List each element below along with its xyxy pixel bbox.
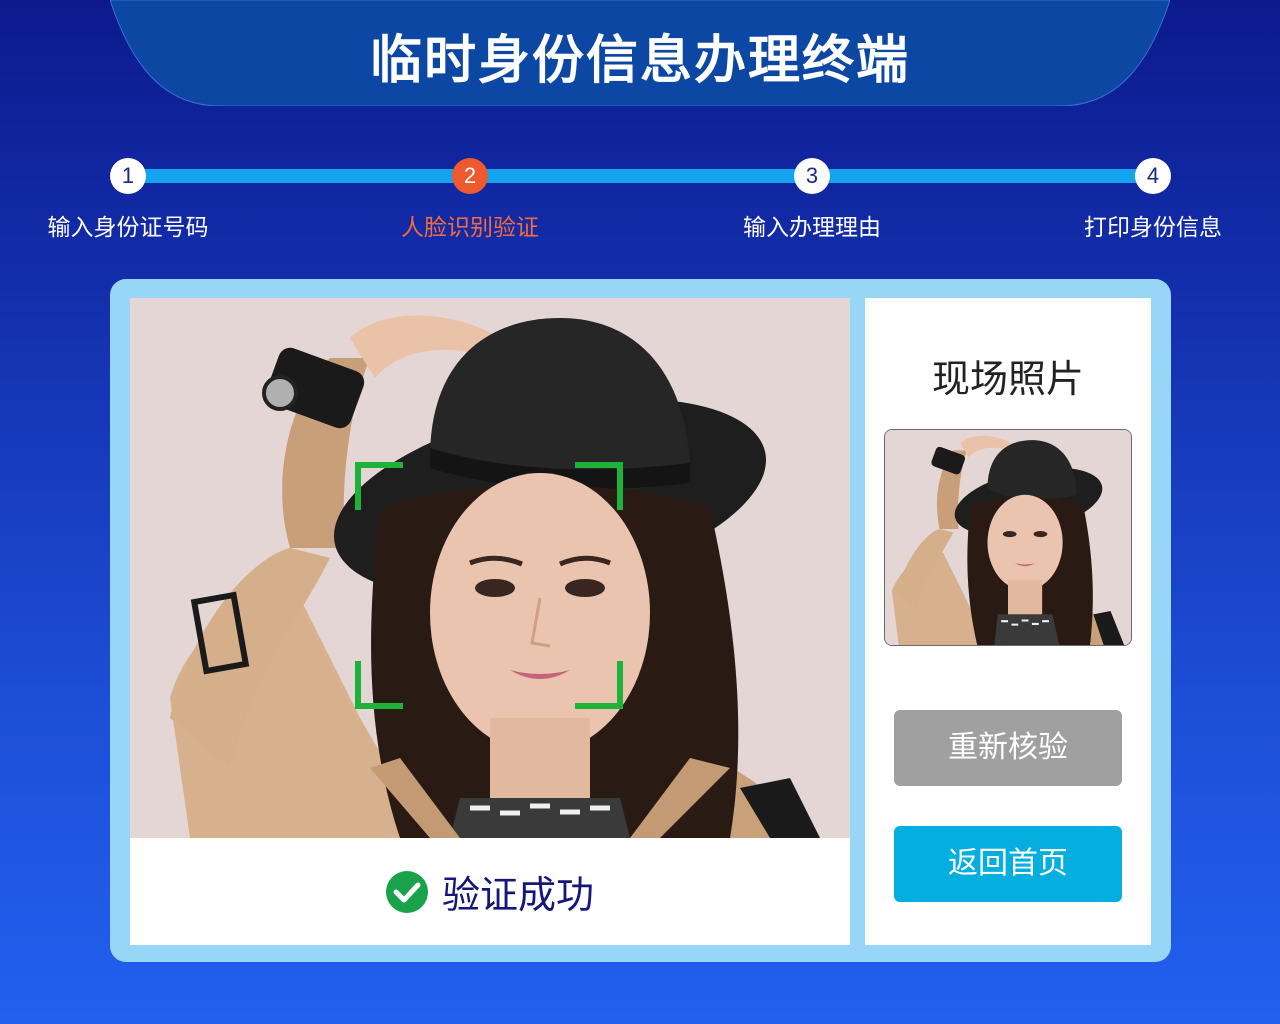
page-title: 临时身份信息办理终端 — [369, 31, 910, 91]
step-1: 1 输入身份证号码 — [8, 158, 248, 242]
step-1-label: 输入身份证号码 — [47, 215, 209, 241]
step-1-number: 1 — [110, 158, 146, 194]
camera-feed — [130, 298, 850, 838]
step-2-label: 人脸识别验证 — [401, 215, 539, 241]
step-4: 4 打印身份信息 — [1033, 158, 1273, 242]
step-2: 2 人脸识别验证 — [350, 158, 590, 242]
face-detection-frame — [355, 462, 623, 709]
live-photo-thumbnail — [884, 429, 1132, 646]
verification-status-text: 验证成功 — [441, 873, 594, 917]
step-4-label: 打印身份信息 — [1084, 215, 1222, 241]
step-3-label: 输入办理理由 — [743, 215, 881, 241]
return-home-button[interactable]: 返回首页 — [894, 826, 1122, 902]
step-4-number: 4 — [1135, 158, 1171, 194]
check-circle-icon — [385, 870, 428, 913]
step-3: 3 输入办理理由 — [692, 158, 932, 242]
side-panel-title: 现场照片 — [931, 357, 1084, 401]
recheck-button[interactable]: 重新核验 — [894, 710, 1122, 786]
verification-result: 验证成功 — [130, 838, 850, 945]
thumbnail-image — [885, 430, 1131, 645]
step-3-number: 3 — [794, 158, 830, 194]
progress-track — [128, 169, 1154, 183]
step-2-number: 2 — [452, 158, 488, 194]
side-panel: 现场照片 重新核验 返回首页 — [865, 298, 1151, 945]
